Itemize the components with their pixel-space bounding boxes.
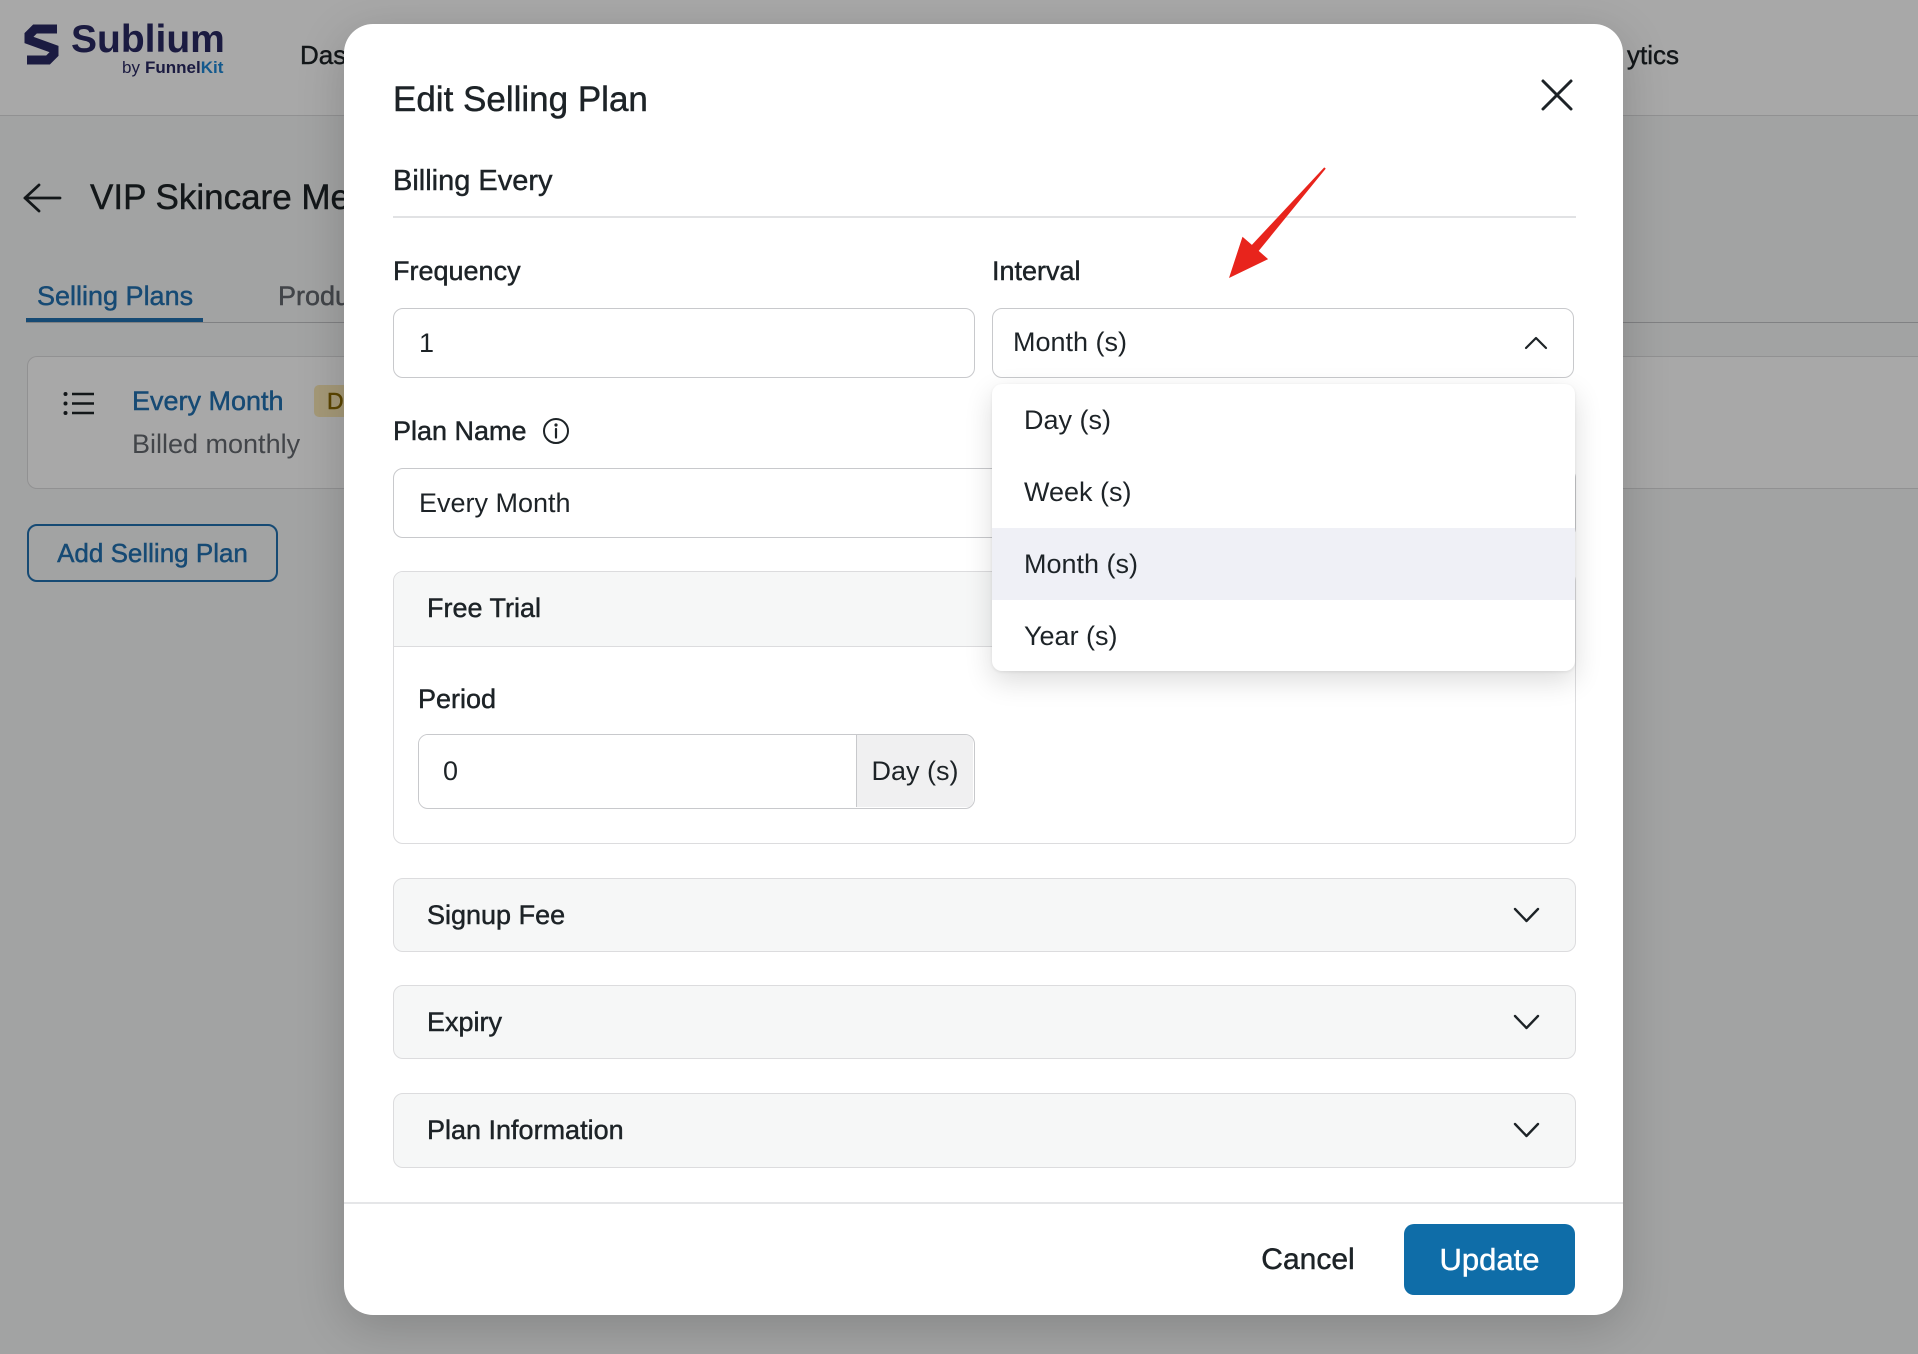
chevron-down-icon <box>1513 1014 1540 1030</box>
signup-fee-accordion[interactable]: Signup Fee <box>393 878 1576 952</box>
interval-option-year[interactable]: Year (s) <box>992 600 1575 671</box>
chevron-down-icon <box>1513 907 1540 923</box>
edit-selling-plan-modal: Edit Selling Plan Billing Every Frequenc… <box>344 24 1623 1315</box>
section-divider <box>393 216 1576 218</box>
frequency-input[interactable] <box>393 308 975 378</box>
plan-information-label: Plan Information <box>427 1115 624 1145</box>
interval-option-week[interactable]: Week (s) <box>992 456 1575 528</box>
close-icon <box>1541 79 1573 111</box>
modal-footer-divider <box>344 1202 1623 1204</box>
interval-select[interactable]: Month (s) <box>992 308 1574 378</box>
free-trial-label: Free Trial <box>427 593 542 623</box>
period-input[interactable] <box>419 735 856 807</box>
interval-label: Interval <box>992 256 1081 286</box>
frequency-label: Frequency <box>393 256 521 286</box>
interval-option-month[interactable]: Month (s) <box>992 528 1575 600</box>
chevron-down-icon <box>1513 1122 1540 1138</box>
chevron-up-icon <box>1524 336 1548 350</box>
signup-fee-label: Signup Fee <box>427 900 566 930</box>
interval-selected-value: Month (s) <box>1013 327 1128 357</box>
cancel-button[interactable]: Cancel <box>1249 1224 1367 1295</box>
period-unit-addon: Day (s) <box>856 735 973 807</box>
annotation-arrow-icon <box>1229 167 1326 278</box>
modal-title: Edit Selling Plan <box>393 80 648 119</box>
info-icon[interactable] <box>542 417 570 445</box>
plan-information-accordion[interactable]: Plan Information <box>393 1093 1576 1168</box>
interval-dropdown-menu: Day (s) Week (s) Month (s) Year (s) <box>992 384 1575 671</box>
close-button[interactable] <box>1540 78 1574 112</box>
billing-every-heading: Billing Every <box>393 165 553 197</box>
period-input-group: Day (s) <box>418 734 975 809</box>
interval-option-day[interactable]: Day (s) <box>992 384 1575 456</box>
period-label: Period <box>418 684 497 714</box>
expiry-label: Expiry <box>427 1007 503 1037</box>
update-button[interactable]: Update <box>1404 1224 1575 1295</box>
expiry-accordion[interactable]: Expiry <box>393 985 1576 1059</box>
plan-name-label: Plan Name <box>393 416 527 446</box>
